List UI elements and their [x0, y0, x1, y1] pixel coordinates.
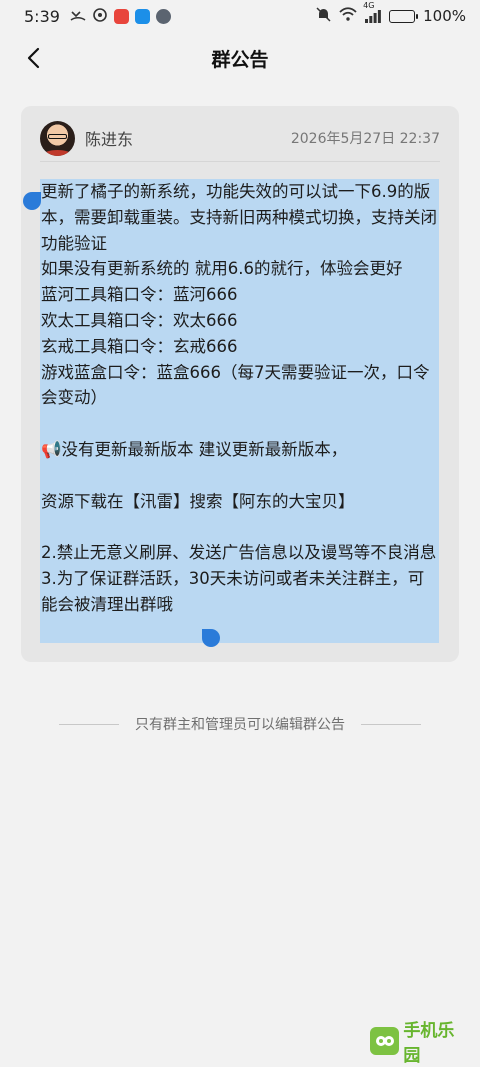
avatar[interactable]	[40, 120, 75, 156]
battery-percent: 100%	[423, 7, 466, 25]
app-blue-icon	[134, 8, 150, 24]
status-bar: 5:39 4G 100%	[0, 0, 480, 32]
announcement-card: 陈进东 2026年5月27日 22:37 更新了橘子的新系统，功能失效的可以试一…	[21, 106, 459, 662]
back-button[interactable]	[18, 42, 50, 74]
watermark-logo: 手机乐园	[370, 1021, 470, 1066]
divider	[40, 161, 440, 162]
mute-icon	[316, 6, 331, 26]
selection-start-handle[interactable]	[23, 192, 41, 210]
signal-icon: 4G	[363, 1, 382, 23]
footer-note: 只有群主和管理员可以编辑群公告	[0, 712, 480, 736]
avatar-glasses	[48, 133, 67, 139]
battery-icon	[389, 9, 419, 23]
selection-end-handle[interactable]	[202, 629, 220, 647]
footer-line-right	[361, 723, 421, 725]
announcement-body[interactable]: 更新了橘子的新系统，功能失效的可以试一下6.9的版本，需要卸载重装。支持新旧两种…	[41, 179, 439, 618]
footer-line-left	[59, 723, 119, 725]
status-time: 5:39	[24, 6, 60, 26]
missed-call-icon	[70, 7, 86, 26]
signal-label: 4G	[363, 0, 375, 10]
avatar-shirt	[43, 149, 72, 156]
status-right: 4G 100%	[316, 1, 466, 26]
author-name: 陈进东	[85, 130, 134, 149]
browser-icon	[155, 8, 171, 24]
watermark-text: 手机乐园	[403, 1021, 455, 1066]
edit-permission-note: 只有群主和管理员可以编辑群公告	[135, 717, 345, 733]
watermark-badge-icon	[370, 1027, 400, 1055]
chevron-left-icon	[27, 47, 40, 69]
nav-bar: 群公告	[0, 36, 480, 80]
cloud-icon	[92, 7, 108, 26]
wifi-icon	[339, 7, 357, 25]
post-time: 2026年5月27日 22:37	[290, 131, 440, 147]
status-left: 5:39	[24, 7, 171, 26]
page-title: 群公告	[211, 48, 269, 71]
author-row: 陈进东 2026年5月27日 22:37	[40, 116, 440, 160]
app-red-icon	[113, 8, 129, 24]
